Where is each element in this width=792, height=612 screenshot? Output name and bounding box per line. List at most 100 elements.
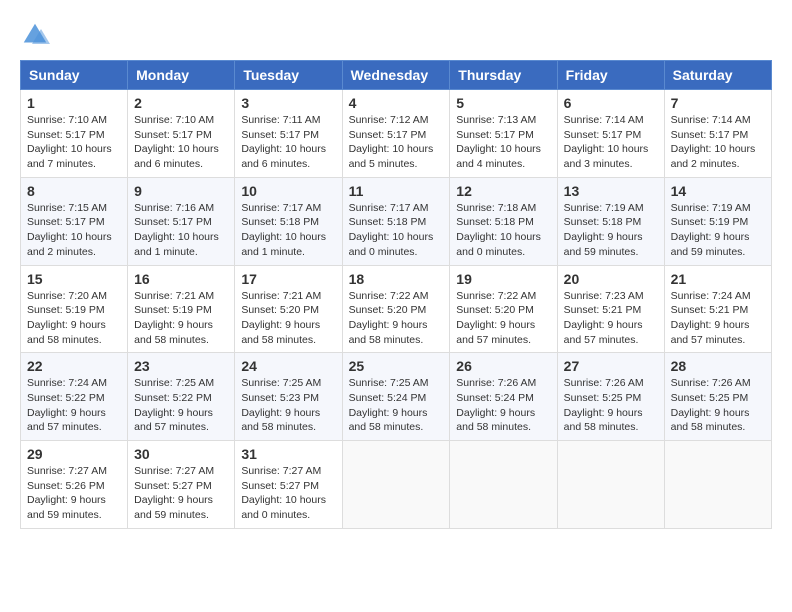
calendar-cell: 18 Sunrise: 7:22 AM Sunset: 5:20 PM Dayl… — [342, 265, 450, 353]
day-number: 13 — [564, 183, 658, 199]
calendar-cell: 20 Sunrise: 7:23 AM Sunset: 5:21 PM Dayl… — [557, 265, 664, 353]
day-info: Sunrise: 7:22 AM Sunset: 5:20 PM Dayligh… — [456, 289, 550, 348]
day-info: Sunrise: 7:22 AM Sunset: 5:20 PM Dayligh… — [349, 289, 444, 348]
week-row-4: 22 Sunrise: 7:24 AM Sunset: 5:22 PM Dayl… — [21, 353, 772, 441]
day-number: 11 — [349, 183, 444, 199]
calendar-cell: 28 Sunrise: 7:26 AM Sunset: 5:25 PM Dayl… — [664, 353, 771, 441]
day-number: 2 — [134, 95, 228, 111]
day-info: Sunrise: 7:16 AM Sunset: 5:17 PM Dayligh… — [134, 201, 228, 260]
day-number: 30 — [134, 446, 228, 462]
calendar-cell: 24 Sunrise: 7:25 AM Sunset: 5:23 PM Dayl… — [235, 353, 342, 441]
day-header-sunday: Sunday — [21, 61, 128, 90]
logo — [20, 20, 54, 50]
day-info: Sunrise: 7:17 AM Sunset: 5:18 PM Dayligh… — [349, 201, 444, 260]
day-info: Sunrise: 7:14 AM Sunset: 5:17 PM Dayligh… — [564, 113, 658, 172]
day-info: Sunrise: 7:17 AM Sunset: 5:18 PM Dayligh… — [241, 201, 335, 260]
page-header — [20, 20, 772, 50]
calendar-cell: 12 Sunrise: 7:18 AM Sunset: 5:18 PM Dayl… — [450, 177, 557, 265]
day-info: Sunrise: 7:12 AM Sunset: 5:17 PM Dayligh… — [349, 113, 444, 172]
calendar-cell: 2 Sunrise: 7:10 AM Sunset: 5:17 PM Dayli… — [128, 90, 235, 178]
day-header-tuesday: Tuesday — [235, 61, 342, 90]
day-number: 29 — [27, 446, 121, 462]
day-info: Sunrise: 7:23 AM Sunset: 5:21 PM Dayligh… — [564, 289, 658, 348]
day-info: Sunrise: 7:14 AM Sunset: 5:17 PM Dayligh… — [671, 113, 765, 172]
week-row-1: 1 Sunrise: 7:10 AM Sunset: 5:17 PM Dayli… — [21, 90, 772, 178]
day-number: 4 — [349, 95, 444, 111]
day-number: 15 — [27, 271, 121, 287]
day-number: 1 — [27, 95, 121, 111]
logo-icon — [20, 20, 50, 50]
day-info: Sunrise: 7:25 AM Sunset: 5:23 PM Dayligh… — [241, 376, 335, 435]
day-number: 22 — [27, 358, 121, 374]
calendar-cell: 21 Sunrise: 7:24 AM Sunset: 5:21 PM Dayl… — [664, 265, 771, 353]
calendar-cell: 16 Sunrise: 7:21 AM Sunset: 5:19 PM Dayl… — [128, 265, 235, 353]
day-header-wednesday: Wednesday — [342, 61, 450, 90]
day-header-saturday: Saturday — [664, 61, 771, 90]
calendar-cell: 15 Sunrise: 7:20 AM Sunset: 5:19 PM Dayl… — [21, 265, 128, 353]
day-info: Sunrise: 7:27 AM Sunset: 5:26 PM Dayligh… — [27, 464, 121, 523]
calendar-cell: 3 Sunrise: 7:11 AM Sunset: 5:17 PM Dayli… — [235, 90, 342, 178]
calendar-cell: 4 Sunrise: 7:12 AM Sunset: 5:17 PM Dayli… — [342, 90, 450, 178]
calendar-cell: 29 Sunrise: 7:27 AM Sunset: 5:26 PM Dayl… — [21, 441, 128, 529]
calendar-cell: 13 Sunrise: 7:19 AM Sunset: 5:18 PM Dayl… — [557, 177, 664, 265]
day-number: 20 — [564, 271, 658, 287]
day-info: Sunrise: 7:19 AM Sunset: 5:19 PM Dayligh… — [671, 201, 765, 260]
calendar-header-row: SundayMondayTuesdayWednesdayThursdayFrid… — [21, 61, 772, 90]
day-info: Sunrise: 7:21 AM Sunset: 5:19 PM Dayligh… — [134, 289, 228, 348]
calendar-cell — [450, 441, 557, 529]
day-number: 23 — [134, 358, 228, 374]
calendar-table: SundayMondayTuesdayWednesdayThursdayFrid… — [20, 60, 772, 529]
day-info: Sunrise: 7:11 AM Sunset: 5:17 PM Dayligh… — [241, 113, 335, 172]
calendar-cell: 5 Sunrise: 7:13 AM Sunset: 5:17 PM Dayli… — [450, 90, 557, 178]
calendar-cell: 19 Sunrise: 7:22 AM Sunset: 5:20 PM Dayl… — [450, 265, 557, 353]
day-info: Sunrise: 7:26 AM Sunset: 5:24 PM Dayligh… — [456, 376, 550, 435]
day-number: 19 — [456, 271, 550, 287]
week-row-2: 8 Sunrise: 7:15 AM Sunset: 5:17 PM Dayli… — [21, 177, 772, 265]
day-number: 25 — [349, 358, 444, 374]
calendar-cell — [342, 441, 450, 529]
day-info: Sunrise: 7:18 AM Sunset: 5:18 PM Dayligh… — [456, 201, 550, 260]
day-info: Sunrise: 7:20 AM Sunset: 5:19 PM Dayligh… — [27, 289, 121, 348]
calendar-cell: 11 Sunrise: 7:17 AM Sunset: 5:18 PM Dayl… — [342, 177, 450, 265]
day-number: 26 — [456, 358, 550, 374]
calendar-cell: 10 Sunrise: 7:17 AM Sunset: 5:18 PM Dayl… — [235, 177, 342, 265]
day-number: 3 — [241, 95, 335, 111]
calendar-cell: 14 Sunrise: 7:19 AM Sunset: 5:19 PM Dayl… — [664, 177, 771, 265]
calendar-cell: 7 Sunrise: 7:14 AM Sunset: 5:17 PM Dayli… — [664, 90, 771, 178]
day-info: Sunrise: 7:27 AM Sunset: 5:27 PM Dayligh… — [241, 464, 335, 523]
calendar-cell: 17 Sunrise: 7:21 AM Sunset: 5:20 PM Dayl… — [235, 265, 342, 353]
calendar-cell: 31 Sunrise: 7:27 AM Sunset: 5:27 PM Dayl… — [235, 441, 342, 529]
day-number: 17 — [241, 271, 335, 287]
day-number: 18 — [349, 271, 444, 287]
day-number: 12 — [456, 183, 550, 199]
calendar-cell: 27 Sunrise: 7:26 AM Sunset: 5:25 PM Dayl… — [557, 353, 664, 441]
calendar-cell: 1 Sunrise: 7:10 AM Sunset: 5:17 PM Dayli… — [21, 90, 128, 178]
day-info: Sunrise: 7:10 AM Sunset: 5:17 PM Dayligh… — [134, 113, 228, 172]
day-number: 6 — [564, 95, 658, 111]
day-info: Sunrise: 7:26 AM Sunset: 5:25 PM Dayligh… — [671, 376, 765, 435]
calendar-cell: 26 Sunrise: 7:26 AM Sunset: 5:24 PM Dayl… — [450, 353, 557, 441]
calendar-cell: 22 Sunrise: 7:24 AM Sunset: 5:22 PM Dayl… — [21, 353, 128, 441]
day-info: Sunrise: 7:26 AM Sunset: 5:25 PM Dayligh… — [564, 376, 658, 435]
day-number: 8 — [27, 183, 121, 199]
day-info: Sunrise: 7:27 AM Sunset: 5:27 PM Dayligh… — [134, 464, 228, 523]
calendar-cell — [557, 441, 664, 529]
day-header-friday: Friday — [557, 61, 664, 90]
day-info: Sunrise: 7:19 AM Sunset: 5:18 PM Dayligh… — [564, 201, 658, 260]
day-info: Sunrise: 7:21 AM Sunset: 5:20 PM Dayligh… — [241, 289, 335, 348]
day-info: Sunrise: 7:25 AM Sunset: 5:22 PM Dayligh… — [134, 376, 228, 435]
day-number: 24 — [241, 358, 335, 374]
calendar-cell: 25 Sunrise: 7:25 AM Sunset: 5:24 PM Dayl… — [342, 353, 450, 441]
day-info: Sunrise: 7:15 AM Sunset: 5:17 PM Dayligh… — [27, 201, 121, 260]
calendar-cell — [664, 441, 771, 529]
day-info: Sunrise: 7:13 AM Sunset: 5:17 PM Dayligh… — [456, 113, 550, 172]
day-number: 27 — [564, 358, 658, 374]
day-info: Sunrise: 7:25 AM Sunset: 5:24 PM Dayligh… — [349, 376, 444, 435]
day-number: 31 — [241, 446, 335, 462]
day-number: 7 — [671, 95, 765, 111]
day-header-monday: Monday — [128, 61, 235, 90]
day-info: Sunrise: 7:10 AM Sunset: 5:17 PM Dayligh… — [27, 113, 121, 172]
calendar-cell: 23 Sunrise: 7:25 AM Sunset: 5:22 PM Dayl… — [128, 353, 235, 441]
calendar-cell: 30 Sunrise: 7:27 AM Sunset: 5:27 PM Dayl… — [128, 441, 235, 529]
calendar-cell: 6 Sunrise: 7:14 AM Sunset: 5:17 PM Dayli… — [557, 90, 664, 178]
